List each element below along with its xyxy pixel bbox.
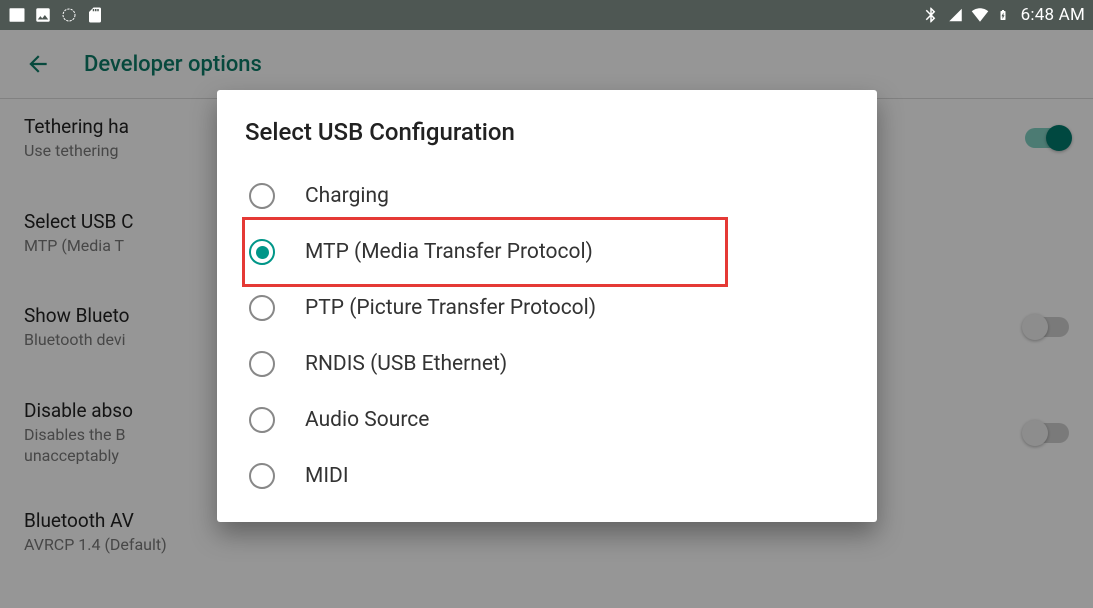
radio-label: RNDIS (USB Ethernet) bbox=[305, 352, 507, 376]
square-icon bbox=[8, 6, 26, 24]
circle-icon bbox=[60, 6, 78, 24]
radio-icon[interactable] bbox=[249, 407, 275, 433]
sd-card-icon bbox=[86, 6, 104, 24]
radio-label: MIDI bbox=[305, 464, 349, 488]
radio-option[interactable]: Charging bbox=[245, 168, 849, 224]
dialog-title: Select USB Configuration bbox=[245, 118, 849, 146]
bluetooth-icon bbox=[922, 6, 940, 24]
radio-option[interactable]: MTP (Media Transfer Protocol) bbox=[245, 220, 725, 284]
radio-icon[interactable] bbox=[249, 463, 275, 489]
battery-icon bbox=[997, 6, 1009, 24]
usb-config-dialog: Select USB Configuration Charging MTP (Me… bbox=[217, 90, 877, 522]
image-icon bbox=[34, 6, 52, 24]
radio-option[interactable]: MIDI bbox=[245, 448, 849, 504]
radio-option[interactable]: Audio Source bbox=[245, 392, 849, 448]
radio-icon[interactable] bbox=[249, 351, 275, 377]
signal-icon bbox=[948, 6, 963, 24]
radio-label: MTP (Media Transfer Protocol) bbox=[305, 240, 593, 264]
clock-text: 6:48 AM bbox=[1021, 5, 1085, 25]
radio-icon[interactable] bbox=[249, 239, 275, 265]
wifi-icon bbox=[971, 6, 989, 24]
radio-icon[interactable] bbox=[249, 183, 275, 209]
radio-option[interactable]: PTP (Picture Transfer Protocol) bbox=[245, 280, 849, 336]
status-bar: 6:48 AM bbox=[0, 0, 1093, 30]
radio-icon[interactable] bbox=[249, 295, 275, 321]
radio-option[interactable]: RNDIS (USB Ethernet) bbox=[245, 336, 849, 392]
radio-label: PTP (Picture Transfer Protocol) bbox=[305, 296, 596, 320]
radio-label: Charging bbox=[305, 184, 389, 208]
radio-label: Audio Source bbox=[305, 408, 429, 432]
